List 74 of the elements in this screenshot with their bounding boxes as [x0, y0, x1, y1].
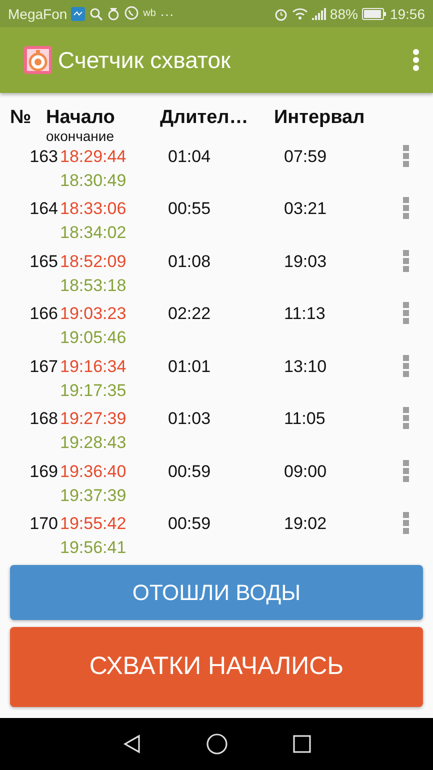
start-time: 19:03:23: [60, 303, 128, 326]
notification-text: wb: [143, 8, 156, 20]
row-number: 165: [28, 250, 59, 273]
end-time: 18:34:02: [60, 222, 128, 244]
row-number: 166: [28, 303, 59, 326]
duration-cell-text: 00:59: [168, 460, 212, 483]
row-number: 170: [28, 513, 59, 536]
home-icon[interactable]: [206, 732, 228, 755]
start-time: 19:55:42: [60, 513, 128, 536]
timer-icon: [107, 6, 120, 21]
alarm-icon: [274, 6, 288, 21]
end-time: 19:28:43: [60, 432, 128, 454]
column-header: Начало: [46, 106, 116, 129]
app-notification-icon: [71, 6, 86, 21]
interval-cell-text: 13:10: [284, 356, 328, 378]
end-time: 18:53:18: [60, 274, 128, 297]
row-menu-icon[interactable]: [403, 144, 409, 167]
duration-cell-text: 01:08: [168, 250, 212, 273]
row-menu-icon[interactable]: [403, 460, 409, 482]
end-time: 19:37:39: [60, 484, 128, 507]
end-time: 18:30:49: [60, 170, 128, 192]
row-menu-icon[interactable]: [403, 197, 409, 220]
start-time: 18:52:09: [60, 250, 128, 273]
interval-cell-text: 11:13: [284, 303, 326, 326]
row-number: 169: [28, 460, 59, 483]
duration-cell-text: 02:22: [168, 303, 212, 326]
end-time: 19:56:41: [60, 537, 128, 560]
interval-cell-text: 11:05: [284, 408, 326, 430]
row-number: 164: [28, 198, 59, 220]
duration-cell-text: 00:55: [168, 198, 212, 220]
overflow-menu-icon[interactable]: [413, 49, 419, 72]
wifi-icon: [292, 7, 308, 20]
start-time: 18:29:44: [60, 146, 128, 168]
interval-cell-text: 19:03: [284, 250, 328, 273]
row-number: 163: [28, 146, 59, 168]
contractions-started-button[interactable]: СХВАТКИ НАЧАЛИСЬ: [10, 627, 423, 707]
interval-cell-text: 03:21: [284, 198, 328, 220]
start-time: 18:33:06: [60, 198, 128, 220]
duration-cell-text: 01:04: [168, 146, 212, 168]
column-header: Длител…: [160, 106, 250, 130]
start-time: 19:36:40: [60, 460, 128, 483]
column-subheader: окончание: [46, 128, 116, 143]
duration-cell-text: 01:01: [168, 356, 212, 378]
column-header: №: [10, 106, 32, 130]
search-icon: [89, 6, 104, 21]
row-number: 167: [28, 356, 59, 378]
water-broke-button[interactable]: ОТОШЛИ ВОДЫ: [10, 564, 423, 620]
end-time: 19:05:46: [60, 327, 128, 350]
battery-icon: [362, 8, 386, 20]
more-notifications: ···: [160, 6, 174, 22]
start-time: 19:27:39: [60, 408, 128, 430]
battery-percent: 88%: [330, 6, 358, 22]
phone-bubble-icon: [124, 6, 140, 22]
signal-icon: [312, 7, 326, 20]
back-icon[interactable]: [122, 734, 142, 754]
stopwatch-logo-icon: [24, 46, 52, 74]
column-header: Интервал: [274, 106, 366, 130]
start-time: 19:16:34: [60, 356, 128, 378]
row-number: 168: [28, 408, 59, 430]
row-menu-icon[interactable]: [403, 512, 409, 534]
interval-cell-text: 19:02: [284, 513, 328, 536]
duration-cell-text: 00:59: [168, 513, 212, 536]
row-menu-icon[interactable]: [403, 302, 409, 324]
carrier-name: MegaFon: [8, 6, 68, 22]
row-menu-icon[interactable]: [403, 354, 409, 377]
clock-time: 19:56: [390, 6, 425, 22]
app-title: Счетчик схваток: [58, 46, 232, 74]
interval-cell-text: 07:59: [284, 146, 328, 168]
duration-cell-text: 01:03: [168, 408, 212, 430]
interval-cell-text: 09:00: [284, 460, 328, 483]
row-menu-icon[interactable]: [403, 250, 409, 272]
end-time: 19:17:35: [60, 380, 128, 402]
row-menu-icon[interactable]: [403, 407, 409, 430]
recents-icon[interactable]: [292, 734, 311, 753]
